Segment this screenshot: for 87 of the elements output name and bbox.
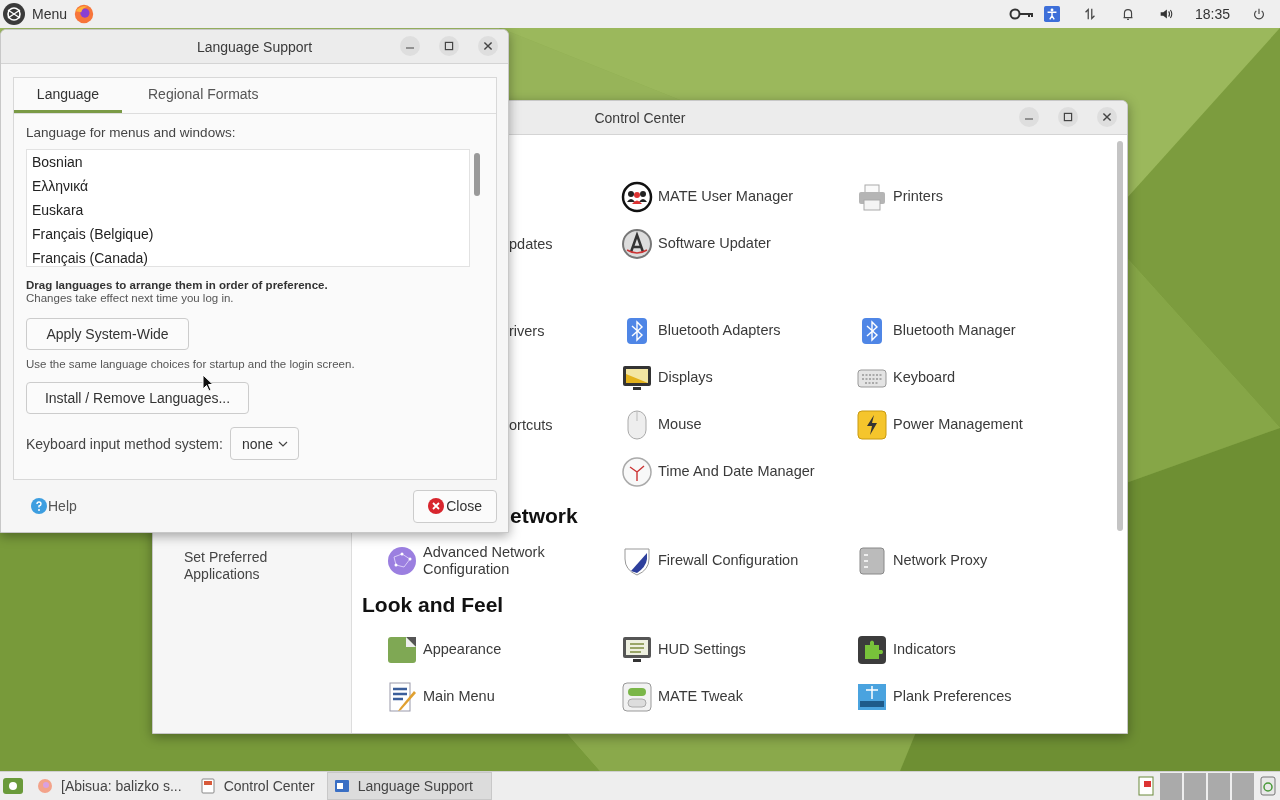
list-item[interactable]: Français (Belgique): [32, 222, 464, 246]
list-item[interactable]: Euskara: [32, 198, 464, 222]
applet-label[interactable]: pdates: [509, 235, 553, 252]
show-desktop-icon[interactable]: [3, 778, 23, 794]
close-button[interactable]: [478, 36, 498, 56]
applet-item[interactable]: Power Management: [856, 401, 1091, 448]
note-text: Use the same language choices for startup and the login screen.: [26, 358, 355, 370]
list-item[interactable]: Français (Canada): [32, 246, 464, 270]
menu-button[interactable]: Menu: [32, 6, 68, 22]
scrollbar-thumb[interactable]: [474, 153, 480, 196]
close-icon: [482, 40, 494, 52]
applet-item[interactable]: Keyboard: [856, 354, 1091, 401]
applet-label[interactable]: rivers: [509, 322, 545, 339]
dropdown[interactable]: none: [229, 427, 300, 460]
applet-item[interactable]: Printers: [856, 173, 1091, 220]
taskbar-button[interactable]: Control Center: [193, 772, 325, 800]
help-icon: [31, 498, 47, 514]
list-item[interactable]: Ελληνικά: [32, 174, 464, 198]
updater-icon: [621, 227, 653, 260]
clock[interactable]: 18:35: [1194, 6, 1230, 22]
applet-item[interactable]: Mouse: [621, 401, 856, 448]
applet-item[interactable]: Firewall Configuration: [621, 537, 856, 584]
accessibility-icon[interactable]: [1042, 6, 1061, 22]
sidebar-item[interactable]: Set Preferred Applications: [184, 549, 294, 583]
applet-item[interactable]: Advanced Network Configuration: [386, 537, 621, 584]
close-button[interactable]: [1097, 107, 1117, 127]
install-button[interactable]: Install / Remove Languages...: [26, 382, 249, 414]
list-item[interactable]: Bosnian: [32, 150, 464, 174]
cursor-icon: [202, 374, 214, 392]
power-icon: [856, 408, 888, 441]
menu-editor-icon: [386, 680, 418, 713]
maximize-icon: [443, 40, 455, 52]
applet-item[interactable]: Time And Date Manager: [621, 448, 856, 495]
apply-button[interactable]: Apply System-Wide: [26, 318, 189, 350]
trash-icon[interactable]: [1260, 775, 1276, 797]
applet-item[interactable]: MATE User Manager: [621, 173, 856, 220]
close-button[interactable]: Close: [413, 489, 497, 523]
close-icon: [1101, 111, 1113, 123]
minimize-icon: [406, 47, 414, 49]
scrollbar-thumb[interactable]: [1117, 141, 1123, 531]
clock-icon: [621, 455, 653, 488]
tab[interactable]: Regional Formats: [135, 78, 272, 113]
minimize-icon: [1025, 118, 1033, 120]
applet-item[interactable]: MATE Tweak: [621, 673, 856, 720]
applet-item[interactable]: Indicators: [856, 626, 1091, 673]
users-icon: [621, 180, 653, 213]
window-title: Control Center: [594, 109, 686, 126]
maximize-button[interactable]: [1058, 107, 1078, 127]
workspace-switcher[interactable]: [1160, 772, 1254, 800]
window-icon: [333, 778, 350, 794]
note-text: Changes take effect next time you log in.: [26, 292, 234, 304]
taskbar-button[interactable]: [Abisua: balizko s...: [31, 772, 192, 800]
puzzle-icon: [856, 633, 888, 666]
menu-logo-icon[interactable]: [2, 2, 26, 26]
minimize-button[interactable]: [400, 36, 420, 56]
tab[interactable]: Language: [14, 78, 122, 113]
document-icon[interactable]: [1138, 775, 1154, 797]
taskbar-button[interactable]: Language Support: [326, 772, 492, 800]
section-heading: Look and Feel: [362, 593, 504, 616]
applet-item[interactable]: Appearance: [386, 626, 621, 673]
toggle-icon: [621, 680, 653, 713]
hint-text: Drag languages to arrange them in order of preference.: [26, 279, 328, 291]
network-icon: [386, 544, 418, 577]
close-icon: [428, 498, 445, 514]
window-title: Language Support: [196, 38, 313, 55]
chevron-icon: [278, 440, 289, 447]
help-button[interactable]: Help: [31, 498, 77, 514]
section-heading: etwork: [510, 504, 578, 527]
applet-item[interactable]: Displays: [621, 354, 856, 401]
maximize-button[interactable]: [439, 36, 459, 56]
field-label: Keyboard input method system:: [26, 435, 223, 452]
applet-item[interactable]: Bluetooth Manager: [856, 307, 1091, 354]
key-icon[interactable]: [1008, 6, 1035, 22]
browser-icon[interactable]: [73, 3, 96, 25]
applet-item[interactable]: Software Updater: [621, 220, 856, 267]
applet-item[interactable]: Network Proxy: [856, 537, 1091, 584]
list-label: Language for menus and windows:: [26, 125, 236, 142]
proxy-icon: [856, 544, 888, 577]
applet-label[interactable]: ortcuts: [509, 416, 553, 433]
settings-panel-icon: [199, 778, 216, 794]
browser-icon: [37, 778, 53, 794]
applet-item[interactable]: Plank Preferences: [856, 673, 1091, 720]
applet-item[interactable]: Bluetooth Adapters: [621, 307, 856, 354]
minimize-button[interactable]: [1019, 107, 1039, 127]
applet-item[interactable]: HUD Settings: [621, 626, 856, 673]
applet-item[interactable]: Main Menu: [386, 673, 621, 720]
maximize-icon: [1062, 111, 1074, 123]
